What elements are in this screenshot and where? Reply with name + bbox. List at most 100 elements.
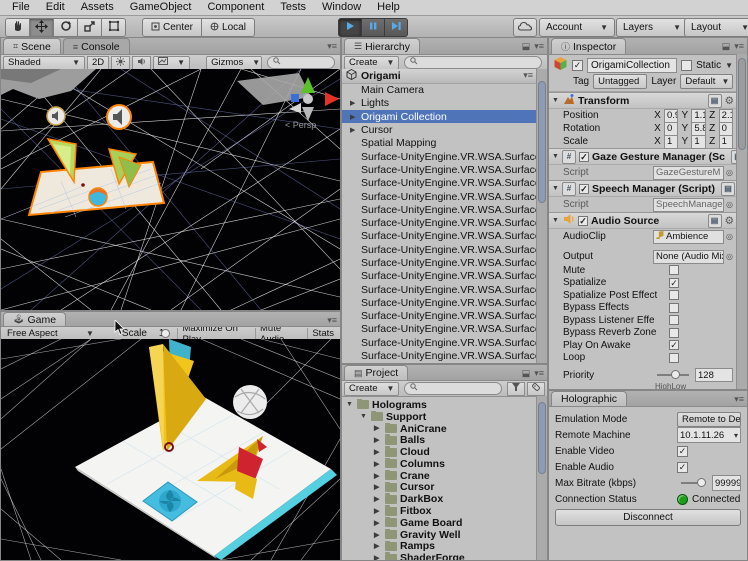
tab-hierarchy[interactable]: ☰ Hierarchy: [344, 38, 420, 54]
project-item[interactable]: ▶Ramps: [342, 541, 537, 553]
scale-slider-thumb[interactable]: [161, 329, 170, 338]
remote-machine-field[interactable]: 10.1.11.26 ▾: [677, 427, 741, 443]
cloud-services-button[interactable]: [513, 18, 537, 37]
hierarchy-panel-menu-icon[interactable]: ▾≡: [534, 41, 544, 52]
hierarchy-item[interactable]: Surface-UnityEngine.VR.WSA.SurfaceId: [342, 323, 537, 336]
account-dropdown[interactable]: Account ▼: [539, 18, 615, 37]
hierarchy-item[interactable]: ▶Cursor: [342, 123, 537, 136]
project-create-button[interactable]: Create ▼: [344, 382, 399, 396]
menu-item-file[interactable]: File: [4, 0, 38, 15]
tag-dropdown[interactable]: Untagged▼: [593, 74, 647, 89]
hierarchy-item[interactable]: ▶Origami Collection: [342, 110, 537, 123]
space-toggle-button[interactable]: Local: [202, 18, 255, 37]
pause-button[interactable]: [362, 18, 385, 37]
gear-icon[interactable]: ⚙: [725, 215, 734, 227]
hierarchy-scrollbar-thumb[interactable]: [538, 81, 546, 203]
inspector-scrollbar[interactable]: [736, 54, 747, 389]
reference-book-icon[interactable]: ▤: [708, 94, 722, 108]
emulation-mode-dropdown[interactable]: Remote to Device▼: [677, 412, 741, 427]
reference-book-icon[interactable]: ▤: [721, 182, 735, 196]
lighting-toggle[interactable]: [111, 56, 130, 70]
audio-property-checkbox[interactable]: [669, 265, 679, 275]
menu-item-window[interactable]: Window: [314, 0, 369, 15]
project-item[interactable]: ▶Columns: [342, 458, 537, 470]
hierarchy-item[interactable]: Surface-UnityEngine.VR.WSA.SurfaceId: [342, 296, 537, 309]
project-item[interactable]: ▼Support: [342, 411, 537, 423]
hierarchy-item[interactable]: Spatial Mapping: [342, 137, 537, 150]
hierarchy-item[interactable]: Surface-UnityEngine.VR.WSA.SurfaceId: [342, 203, 537, 216]
foldout-icon[interactable]: ▶: [374, 531, 382, 539]
hierarchy-item[interactable]: Surface-UnityEngine.VR.WSA.SurfaceId: [342, 216, 537, 229]
transform-component-header[interactable]: ▼ Transform ▤ ⚙: [549, 92, 737, 109]
foldout-icon[interactable]: ▶: [350, 99, 358, 107]
output-field[interactable]: None (Audio Mixe: [653, 250, 724, 264]
tab-console[interactable]: ≡ Console: [63, 38, 130, 54]
project-item[interactable]: ▶Gravity Well: [342, 529, 537, 541]
script-component-header[interactable]: ▼#Gaze Gesture Manager (Sc▤⚙: [549, 148, 737, 165]
foldout-icon[interactable]: ▶: [374, 507, 382, 515]
foldout-icon[interactable]: ▶: [374, 519, 382, 527]
script-field[interactable]: GazeGestureM: [653, 166, 724, 180]
foldout-icon[interactable]: ▶: [350, 113, 358, 121]
scene-row-menu-icon[interactable]: ▾≡: [523, 70, 533, 81]
foldout-icon[interactable]: ▶: [374, 483, 382, 491]
component-enabled-checkbox[interactable]: [579, 184, 589, 194]
transform-rotation-z-field[interactable]: 0: [719, 122, 733, 136]
project-item[interactable]: ▶ShaderForge: [342, 552, 537, 560]
hand-tool-button[interactable]: [5, 18, 30, 37]
aspect-dropdown[interactable]: Free Aspect ▼: [3, 328, 98, 340]
move-tool-button[interactable]: [30, 18, 54, 37]
project-item[interactable]: ▼Holograms: [342, 399, 537, 411]
audio-source-header[interactable]: ▼ Audio Source ▤ ⚙: [549, 212, 737, 229]
foldout-icon[interactable]: ▶: [374, 460, 382, 468]
project-label-button[interactable]: [527, 382, 545, 396]
project-item[interactable]: ▶Cloud: [342, 446, 537, 458]
hierarchy-item[interactable]: Surface-UnityEngine.VR.WSA.SurfaceId: [342, 150, 537, 163]
audio-property-checkbox[interactable]: [669, 278, 679, 288]
hierarchy-item[interactable]: Surface-UnityEngine.VR.WSA.SurfaceId: [342, 336, 537, 349]
layer-dropdown[interactable]: Default▼: [680, 74, 733, 89]
tab-inspector[interactable]: ⓘ Inspector: [551, 38, 626, 54]
scene-search-input[interactable]: [267, 56, 335, 69]
bitrate-slider-thumb[interactable]: [697, 478, 706, 487]
mute-audio-toggle[interactable]: Mute Audio: [255, 328, 305, 340]
audio-source-enabled-checkbox[interactable]: [578, 216, 588, 226]
lock-icon[interactable]: ⬓: [522, 368, 531, 379]
menu-item-assets[interactable]: Assets: [73, 0, 122, 15]
gear-icon[interactable]: ⚙: [725, 95, 734, 107]
scale-tool-button[interactable]: [78, 18, 102, 37]
project-item[interactable]: ▶Fitbox: [342, 505, 537, 517]
inspector-panel-menu-icon[interactable]: ▾≡: [734, 41, 744, 52]
transform-scale-y-field[interactable]: 1: [691, 135, 705, 149]
layout-dropdown[interactable]: Layout ▼: [684, 18, 748, 37]
transform-rotation-x-field[interactable]: 0: [664, 122, 678, 136]
hierarchy-search-input[interactable]: [404, 56, 542, 69]
reference-book-icon[interactable]: ▤: [708, 214, 722, 228]
project-search-type-button[interactable]: [507, 382, 525, 396]
transform-position-z-field[interactable]: 2.1626: [719, 109, 733, 123]
maximize-on-play-toggle[interactable]: Maximize On Play: [177, 328, 253, 340]
foldout-icon[interactable]: ▶: [374, 495, 382, 503]
script-field[interactable]: SpeechManage: [653, 198, 724, 212]
hierarchy-item[interactable]: Surface-UnityEngine.VR.WSA.SurfaceId: [342, 270, 537, 283]
object-picker-icon[interactable]: ◎: [726, 200, 733, 209]
hierarchy-item[interactable]: Surface-UnityEngine.VR.WSA.SurfaceId: [342, 256, 537, 269]
gameobject-active-checkbox[interactable]: [572, 60, 583, 71]
hierarchy-item[interactable]: Surface-UnityEngine.VR.WSA.SurfaceId: [342, 243, 537, 256]
foldout-icon[interactable]: ▶: [374, 472, 382, 480]
object-picker-icon[interactable]: ◎: [726, 232, 733, 241]
hierarchy-item[interactable]: Surface-UnityEngine.VR.WSA.SurfaceId: [342, 349, 537, 362]
hierarchy-item[interactable]: Surface-UnityEngine.VR.WSA.SurfaceId: [342, 177, 537, 190]
rect-tool-button[interactable]: [102, 18, 126, 37]
audioclip-field[interactable]: Ambience: [653, 230, 724, 244]
foldout-icon[interactable]: ▶: [374, 554, 382, 560]
project-panel-menu-icon[interactable]: ▾≡: [534, 368, 544, 379]
project-item[interactable]: ▶Crane: [342, 470, 537, 482]
draw-mode-dropdown[interactable]: Shaded ▼: [3, 56, 85, 70]
audio-property-checkbox[interactable]: [669, 340, 679, 350]
static-dropdown-icon[interactable]: ▼: [725, 61, 733, 70]
component-enabled-checkbox[interactable]: [579, 152, 589, 162]
project-item[interactable]: ▶AniCrane: [342, 423, 537, 435]
priority-slider[interactable]: [657, 374, 689, 376]
layers-dropdown[interactable]: Layers ▼: [616, 18, 688, 37]
